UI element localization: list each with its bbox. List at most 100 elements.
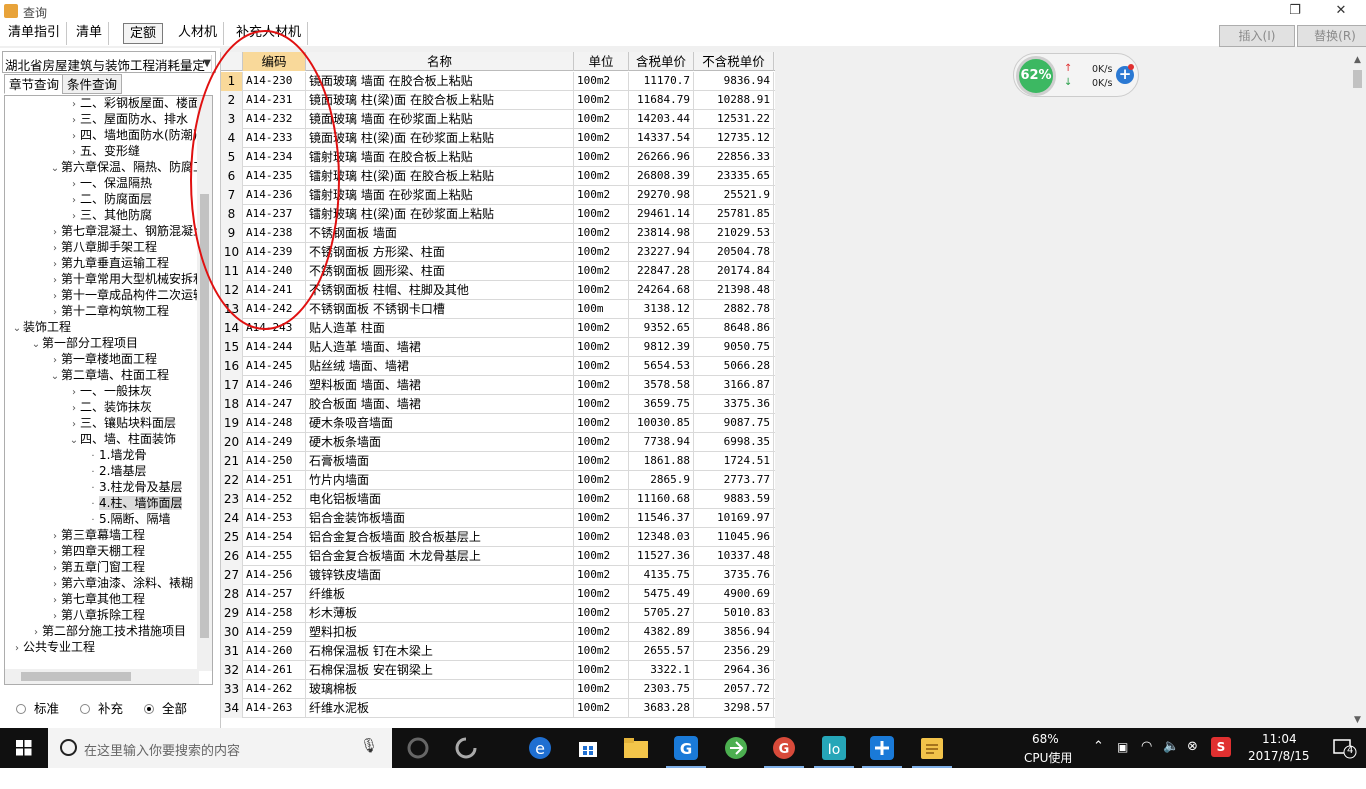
clock-date[interactable]: 2017/8/15 xyxy=(1248,749,1310,789)
sogou-input-icon[interactable]: S xyxy=(1211,737,1231,757)
scroll-thumb[interactable] xyxy=(1353,70,1362,88)
cell-price-tax[interactable]: 14337.54 xyxy=(629,129,694,148)
cell-price-notax[interactable]: 25781.85 xyxy=(694,205,774,224)
volume-icon[interactable]: 🔈 xyxy=(1163,739,1179,779)
table-row[interactable]: 17 A14-246 塑料板面 墙面、墙裙 100m2 3578.58 3166.87 xyxy=(221,376,775,395)
cell-price-tax[interactable]: 9352.65 xyxy=(629,319,694,338)
cell-name[interactable]: 不锈钢面板 不锈钢卡口槽 xyxy=(306,300,574,319)
cell-unit[interactable]: 100m2 xyxy=(574,395,629,414)
cell-name[interactable]: 镜面玻璃 柱(梁)面 在胶合板上粘贴 xyxy=(306,91,574,110)
cell-price-notax[interactable]: 1724.51 xyxy=(694,452,774,471)
network-speed-widget[interactable]: 62% ↑ ↓ 0K/s 0K/s + xyxy=(1013,53,1139,97)
cell-price-tax[interactable]: 29461.14 xyxy=(629,205,694,224)
cell-price-tax[interactable]: 12348.03 xyxy=(629,528,694,547)
cell-unit[interactable]: 100m2 xyxy=(574,566,629,585)
cell-price-notax[interactable]: 21029.53 xyxy=(694,224,774,243)
cell-name[interactable]: 玻璃棉板 xyxy=(306,680,574,699)
cell-price-tax[interactable]: 10030.85 xyxy=(629,414,694,433)
cell-price-notax[interactable]: 20174.84 xyxy=(694,262,774,281)
cell-price-tax[interactable]: 22847.28 xyxy=(629,262,694,281)
cell-name[interactable]: 塑料扣板 xyxy=(306,623,574,642)
table-row[interactable]: 31 A14-260 石棉保温板 钉在木梁上 100m2 2655.57 2356.29 xyxy=(221,642,775,661)
tree-node[interactable]: › 一、保温隔热 xyxy=(68,175,152,191)
chevron-up-icon[interactable]: ⌃ xyxy=(1093,739,1104,779)
cell-price-tax[interactable]: 29270.98 xyxy=(629,186,694,205)
tree-node[interactable]: › 第一章楼地面工程 xyxy=(49,351,157,367)
cell-code[interactable]: A14-258 xyxy=(243,604,306,623)
tree-node[interactable]: › 第十一章成品构件二次运输 xyxy=(49,287,205,303)
cell-unit[interactable]: 100m2 xyxy=(574,452,629,471)
cell-unit[interactable]: 100m2 xyxy=(574,205,629,224)
cell-unit[interactable]: 100m2 xyxy=(574,262,629,281)
cell-unit[interactable]: 100m2 xyxy=(574,433,629,452)
row-number[interactable]: 24 xyxy=(221,509,243,528)
tree-node[interactable]: › 第十二章构筑物工程 xyxy=(49,303,169,319)
chevron-down-icon[interactable]: ⌄ xyxy=(49,161,61,177)
table-row[interactable]: 26 A14-255 铝合金复合板墙面 木龙骨基层上 100m2 11527.36 103… xyxy=(221,547,775,566)
cell-price-tax[interactable]: 11684.79 xyxy=(629,91,694,110)
cell-unit[interactable]: 100m2 xyxy=(574,376,629,395)
cell-price-tax[interactable]: 23814.98 xyxy=(629,224,694,243)
cell-name[interactable]: 镜面玻璃 墙面 在砂浆面上粘贴 xyxy=(306,110,574,129)
cell-code[interactable]: A14-249 xyxy=(243,433,306,452)
cell-name[interactable]: 纤维板 xyxy=(306,585,574,604)
cell-price-notax[interactable]: 3375.36 xyxy=(694,395,774,414)
tree-node[interactable]: › 公共专业工程 xyxy=(11,639,95,655)
cell-price-tax[interactable]: 2655.57 xyxy=(629,642,694,661)
replace-button[interactable]: 替换(R) xyxy=(1297,25,1366,47)
radio-all[interactable]: 全部 xyxy=(144,698,187,717)
cell-code[interactable]: A14-251 xyxy=(243,471,306,490)
insert-button[interactable]: 插入(I) xyxy=(1219,25,1295,47)
cell-price-tax[interactable]: 2865.9 xyxy=(629,471,694,490)
close-button[interactable]: ✕ xyxy=(1321,1,1361,21)
tree-node[interactable]: ⌄ 第六章保温、隔热、防腐工 xyxy=(49,159,205,175)
taskbar-search[interactable]: 在这里输入你要搜索的内容 🎙 xyxy=(48,728,392,768)
cell-price-tax[interactable]: 3659.75 xyxy=(629,395,694,414)
cell-price-notax[interactable]: 11045.96 xyxy=(694,528,774,547)
tree-node[interactable]: › 第八章脚手架工程 xyxy=(49,239,157,255)
cell-price-notax[interactable]: 3735.76 xyxy=(694,566,774,585)
cell-unit[interactable]: 100m2 xyxy=(574,357,629,376)
cell-price-notax[interactable]: 9836.94 xyxy=(694,72,774,91)
tree-node[interactable]: ⌄ 装饰工程 xyxy=(11,319,71,335)
cell-name[interactable]: 铝合金复合板墙面 木龙骨基层上 xyxy=(306,547,574,566)
row-number[interactable]: 30 xyxy=(221,623,243,642)
tab-list[interactable]: 清单 xyxy=(70,22,110,45)
cell-price-notax[interactable]: 9883.59 xyxy=(694,490,774,509)
table-row[interactable]: 24 A14-253 铝合金装饰板墙面 100m2 11546.37 10169.97 xyxy=(221,509,775,528)
cell-code[interactable]: A14-256 xyxy=(243,566,306,585)
table-row[interactable]: 14 A14-243 贴人造革 柱面 100m2 9352.65 8648.86 xyxy=(221,319,775,338)
tray-app-icon[interactable]: ▣ xyxy=(1117,740,1128,780)
tab-quota[interactable]: 定额 xyxy=(123,23,164,44)
cell-unit[interactable]: 100m2 xyxy=(574,471,629,490)
tree-node[interactable]: › 三、屋面防水、排水 xyxy=(68,111,188,127)
tree-node[interactable]: · 4.柱、墙饰面层 xyxy=(87,495,183,511)
cell-unit[interactable]: 100m2 xyxy=(574,72,629,91)
cell-unit[interactable]: 100m2 xyxy=(574,129,629,148)
cell-code[interactable]: A14-248 xyxy=(243,414,306,433)
cell-price-tax[interactable]: 1861.88 xyxy=(629,452,694,471)
notes-app-icon[interactable] xyxy=(908,728,956,768)
cell-name[interactable]: 电化铝板墙面 xyxy=(306,490,574,509)
cell-name[interactable]: 镜面玻璃 柱(梁)面 在砂浆面上粘贴 xyxy=(306,129,574,148)
cell-price-tax[interactable]: 26808.39 xyxy=(629,167,694,186)
cell-name[interactable]: 镜面玻璃 墙面 在胶合板上粘贴 xyxy=(306,72,574,91)
tree-node[interactable]: › 四、墙地面防水(防潮) xyxy=(68,127,197,143)
cell-price-notax[interactable]: 10337.48 xyxy=(694,547,774,566)
table-row[interactable]: 25 A14-254 铝合金复合板墙面 胶合板基层上 100m2 12348.03 110… xyxy=(221,528,775,547)
cell-price-notax[interactable]: 5066.28 xyxy=(694,357,774,376)
cell-unit[interactable]: 100m2 xyxy=(574,642,629,661)
tree-node[interactable]: › 二、装饰抹灰 xyxy=(68,399,152,415)
cell-price-notax[interactable]: 6998.35 xyxy=(694,433,774,452)
cell-price-tax[interactable]: 3322.1 xyxy=(629,661,694,680)
tab-chapter-query[interactable]: 章节查询 xyxy=(4,74,65,94)
cell-unit[interactable]: 100m2 xyxy=(574,243,629,262)
cell-unit[interactable]: 100m xyxy=(574,300,629,319)
tab-labor-material-machine[interactable]: 人材机 xyxy=(172,22,225,45)
cell-name[interactable]: 贴人造革 墙面、墙裙 xyxy=(306,338,574,357)
cell-unit[interactable]: 100m2 xyxy=(574,490,629,509)
grid-vertical-scrollbar[interactable]: ▲ ▼ xyxy=(1349,52,1366,728)
cell-name[interactable]: 塑料板面 墙面、墙裙 xyxy=(306,376,574,395)
tree-node[interactable]: › 第六章油漆、涂料、裱糊 xyxy=(49,575,193,591)
plus-app-icon[interactable] xyxy=(858,728,906,768)
